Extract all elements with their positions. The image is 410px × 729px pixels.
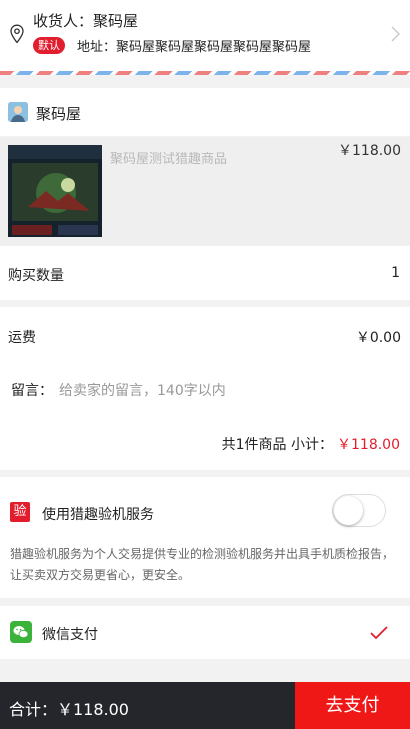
inspection-description: 猎趣验机服务为个人交易提供专业的检测验机服务并出具手机质检报告，让买卖双方交易更… bbox=[10, 547, 395, 582]
goods-item[interactable]: 聚码屋测试猎趣商品 ￥118.00 bbox=[0, 137, 410, 245]
inspection-title: 使用猎趣验机服务 bbox=[42, 507, 154, 523]
goods-thumbnail bbox=[8, 145, 102, 237]
subtotal-amount: ￥118.00 bbox=[337, 437, 400, 453]
shop-name: 聚码屋 bbox=[36, 105, 82, 123]
quantity-row: 购买数量 1 bbox=[0, 246, 410, 300]
subtotal-label: 共1件商品 小计： bbox=[221, 437, 333, 453]
shop-header[interactable]: 聚码屋 bbox=[0, 88, 410, 136]
chevron-right-icon bbox=[391, 26, 400, 42]
payment-method-wechat[interactable]: 微信支付 bbox=[0, 606, 410, 659]
inspection-badge-icon: 验 bbox=[10, 502, 30, 522]
shipping-value: ￥0.00 bbox=[355, 330, 401, 346]
order-total: 合计：￥118.00 bbox=[9, 700, 129, 719]
quantity-value: 1 bbox=[391, 265, 400, 281]
message-input[interactable]: 给卖家的留言，140字以内 bbox=[59, 383, 226, 399]
pay-button[interactable]: 去支付 bbox=[295, 682, 410, 729]
checkmark-icon bbox=[370, 626, 388, 640]
address-envelope-stripe bbox=[0, 71, 410, 75]
location-pin-icon bbox=[10, 24, 24, 44]
default-address-badge: 默认 bbox=[33, 37, 65, 54]
payment-method-label: 微信支付 bbox=[42, 627, 98, 643]
message-label: 留言： bbox=[11, 383, 53, 399]
toggle-knob bbox=[334, 496, 363, 525]
subtotal: 共1件商品 小计： ￥118.00 bbox=[222, 434, 400, 454]
message-field[interactable]: 留言： 给卖家的留言，140字以内 bbox=[11, 380, 226, 400]
address-card[interactable]: 收货人：聚码屋 默认 地址：聚码屋聚码屋聚码屋聚码屋聚码屋 bbox=[0, 0, 410, 73]
inspection-toggle[interactable] bbox=[332, 494, 386, 527]
order-summary-card: 运费 ￥0.00 留言： 给卖家的留言，140字以内 共1件商品 小计： ￥118.… bbox=[0, 307, 410, 470]
quantity-label: 购买数量 bbox=[8, 268, 64, 284]
goods-price: ￥118.00 bbox=[338, 143, 401, 159]
shipping-label: 运费 bbox=[8, 330, 36, 346]
goods-title: 聚码屋测试猎趣商品 bbox=[110, 152, 228, 167]
checkout-bar: 合计：￥118.00 去支付 bbox=[0, 682, 410, 729]
inspection-service-card: 验 使用猎趣验机服务 猎趣验机服务为个人交易提供专业的检测验机服务并出具手机质检… bbox=[0, 477, 410, 598]
wechat-pay-icon bbox=[10, 621, 32, 643]
shop-avatar-icon bbox=[8, 102, 28, 122]
recipient-name: 收货人：聚码屋 bbox=[33, 12, 139, 30]
order-confirm-page: 收货人：聚码屋 默认 地址：聚码屋聚码屋聚码屋聚码屋聚码屋 聚码屋 聚码屋测试猎… bbox=[0, 0, 410, 729]
address-detail: 地址：聚码屋聚码屋聚码屋聚码屋聚码屋 bbox=[77, 40, 312, 55]
